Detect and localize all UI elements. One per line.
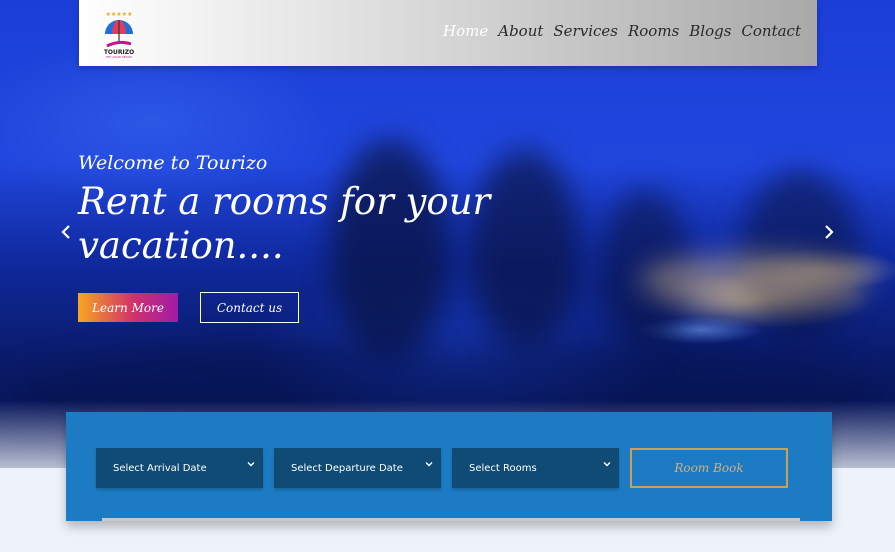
welcome-text: Welcome to Tourizo — [78, 152, 268, 174]
room-book-button[interactable]: Room Book — [630, 448, 788, 488]
brand-logo[interactable]: ★★★★★ TOURIZO THE LUXURY RESORT — [99, 10, 139, 59]
chevron-right-icon[interactable] — [823, 224, 835, 244]
panel-divider — [102, 518, 800, 521]
resort-lights — [640, 255, 870, 305]
svg-text:TOURIZO: TOURIZO — [104, 49, 134, 56]
svg-text:THE LUXURY RESORT: THE LUXURY RESORT — [106, 55, 133, 58]
departure-date-select[interactable]: Select Departure Date — [274, 448, 441, 488]
chevron-down-icon — [603, 460, 611, 471]
site-header: ★★★★★ TOURIZO THE LUXURY RESORT Home Abo… — [79, 0, 817, 66]
nav-item-contact[interactable]: Contact — [741, 22, 801, 40]
nav-item-about[interactable]: About — [498, 22, 543, 40]
svg-text:★★★★★: ★★★★★ — [106, 11, 133, 18]
main-nav: Home About Services Rooms Blogs Contact — [443, 22, 801, 40]
arrival-date-label: Select Arrival Date — [113, 462, 207, 474]
nav-item-blogs[interactable]: Blogs — [689, 22, 731, 40]
chevron-left-icon[interactable] — [60, 224, 72, 244]
umbrella-logo-icon: ★★★★★ TOURIZO THE LUXURY RESORT — [104, 11, 134, 59]
hero-headline: Rent a rooms for your vacation.... — [78, 180, 491, 267]
nav-item-home[interactable]: Home — [443, 22, 488, 40]
contact-us-button[interactable]: Contact us — [200, 292, 299, 323]
arrival-date-select[interactable]: Select Arrival Date — [96, 448, 263, 488]
chevron-down-icon — [247, 460, 255, 471]
rooms-label: Select Rooms — [469, 462, 537, 474]
booking-panel: Select Arrival Date Select Departure Dat… — [66, 412, 832, 521]
chevron-down-icon — [425, 460, 433, 471]
learn-more-button[interactable]: Learn More — [78, 293, 178, 322]
departure-date-label: Select Departure Date — [291, 462, 403, 474]
nav-item-services[interactable]: Services — [553, 22, 618, 40]
rooms-select[interactable]: Select Rooms — [452, 448, 619, 488]
nav-item-rooms[interactable]: Rooms — [628, 22, 679, 40]
